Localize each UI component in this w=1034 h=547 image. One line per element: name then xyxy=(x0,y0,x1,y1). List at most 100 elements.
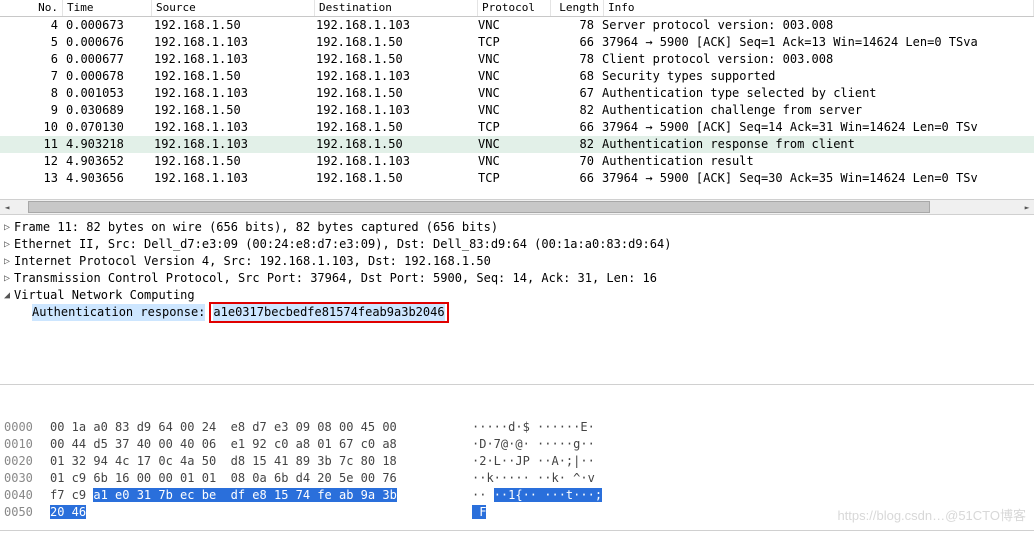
hex-bytes: 01 32 94 4c 17 0c 4a 50 d8 15 41 89 3b 7… xyxy=(50,453,458,470)
cell-no: 12 xyxy=(0,153,62,170)
cell-len: 78 xyxy=(546,51,598,68)
cell-len: 82 xyxy=(546,136,598,153)
cell-time: 0.070130 xyxy=(62,119,150,136)
cell-info: Authentication response from client xyxy=(598,136,1034,153)
hex-ascii: F xyxy=(458,504,486,521)
cell-info: Security types supported xyxy=(598,68,1034,85)
hex-row[interactable]: 002001 32 94 4c 17 0c 4a 50 d8 15 41 89 … xyxy=(0,453,1034,470)
packet-row[interactable]: 124.903652192.168.1.50192.168.1.103VNC70… xyxy=(0,153,1034,170)
packet-row[interactable]: 114.903218192.168.1.103192.168.1.50VNC82… xyxy=(0,136,1034,153)
cell-no: 6 xyxy=(0,51,62,68)
cell-time: 0.000676 xyxy=(62,34,150,51)
detail-ip-text: Internet Protocol Version 4, Src: 192.16… xyxy=(14,253,491,270)
cell-proto: VNC xyxy=(474,51,546,68)
cell-no: 13 xyxy=(0,170,62,187)
detail-frame-text: Frame 11: 82 bytes on wire (656 bits), 8… xyxy=(14,219,498,236)
cell-no: 10 xyxy=(0,119,62,136)
packet-row[interactable]: 50.000676192.168.1.103192.168.1.50TCP663… xyxy=(0,34,1034,51)
hex-offset: 0010 xyxy=(0,436,50,453)
expand-icon[interactable]: ▷ xyxy=(0,253,14,270)
cell-time: 0.000677 xyxy=(62,51,150,68)
hex-offset: 0000 xyxy=(0,419,50,436)
cell-info: Authentication type selected by client xyxy=(598,85,1034,102)
hex-row[interactable]: 003001 c9 6b 16 00 00 01 01 08 0a 6b d4 … xyxy=(0,470,1034,487)
cell-proto: VNC xyxy=(474,17,546,34)
hex-row[interactable]: 0040f7 c9 a1 e0 31 7b ec be df e8 15 74 … xyxy=(0,487,1034,504)
packet-row[interactable]: 134.903656192.168.1.103192.168.1.50TCP66… xyxy=(0,170,1034,187)
detail-ethernet[interactable]: ▷ Ethernet II, Src: Dell_d7:e3:09 (00:24… xyxy=(0,236,1034,253)
packet-row[interactable]: 70.000678192.168.1.50192.168.1.103VNC68S… xyxy=(0,68,1034,85)
packet-list-header: No. Time Source Destination Protocol Len… xyxy=(0,0,1034,17)
cell-source: 192.168.1.50 xyxy=(150,153,312,170)
col-header-info[interactable]: Info xyxy=(604,0,1034,16)
scroll-right-icon[interactable]: ► xyxy=(1020,200,1034,214)
watermark-text: https://blog.csdn…@51CTO博客 xyxy=(837,505,1026,524)
detail-frame[interactable]: ▷ Frame 11: 82 bytes on wire (656 bits),… xyxy=(0,219,1034,236)
hex-offset: 0050 xyxy=(0,504,50,521)
cell-info: Authentication result xyxy=(598,153,1034,170)
cell-len: 82 xyxy=(546,102,598,119)
cell-no: 11 xyxy=(0,136,62,153)
col-header-length[interactable]: Length xyxy=(551,0,604,16)
packet-list-pane: No. Time Source Destination Protocol Len… xyxy=(0,0,1034,215)
scrollbar-thumb[interactable] xyxy=(28,201,930,213)
hex-bytes: 20 46 xyxy=(50,504,458,521)
col-header-time[interactable]: Time xyxy=(63,0,152,16)
col-header-proto[interactable]: Protocol xyxy=(478,0,551,16)
cell-source: 192.168.1.50 xyxy=(150,68,312,85)
cell-time: 0.030689 xyxy=(62,102,150,119)
hex-ascii: ·····d·$ ······E· xyxy=(458,419,595,436)
cell-dest: 192.168.1.50 xyxy=(312,119,474,136)
cell-info: 37964 → 5900 [ACK] Seq=14 Ack=31 Win=146… xyxy=(598,119,1034,136)
cell-time: 4.903652 xyxy=(62,153,150,170)
detail-ip[interactable]: ▷ Internet Protocol Version 4, Src: 192.… xyxy=(0,253,1034,270)
detail-vnc-text: Virtual Network Computing xyxy=(14,287,195,304)
cell-dest: 192.168.1.50 xyxy=(312,170,474,187)
packet-row[interactable]: 80.001053192.168.1.103192.168.1.50VNC67A… xyxy=(0,85,1034,102)
packet-row[interactable]: 100.070130192.168.1.103192.168.1.50TCP66… xyxy=(0,119,1034,136)
hex-offset: 0030 xyxy=(0,470,50,487)
col-header-source[interactable]: Source xyxy=(152,0,315,16)
col-header-no[interactable]: No. xyxy=(0,0,63,16)
cell-time: 0.000678 xyxy=(62,68,150,85)
hex-bytes: 00 44 d5 37 40 00 40 06 e1 92 c0 a8 01 6… xyxy=(50,436,458,453)
cell-no: 5 xyxy=(0,34,62,51)
cell-time: 4.903656 xyxy=(62,170,150,187)
hex-offset: 0020 xyxy=(0,453,50,470)
detail-auth-response[interactable]: Authentication response: a1e0317becbedfe… xyxy=(0,304,1034,321)
cell-time: 0.000673 xyxy=(62,17,150,34)
hex-row[interactable]: 001000 44 d5 37 40 00 40 06 e1 92 c0 a8 … xyxy=(0,436,1034,453)
cell-len: 70 xyxy=(546,153,598,170)
hex-bytes: 00 1a a0 83 d9 64 00 24 e8 d7 e3 09 08 0… xyxy=(50,419,458,436)
packet-row[interactable]: 90.030689192.168.1.50192.168.1.103VNC82A… xyxy=(0,102,1034,119)
packet-row[interactable]: 60.000677192.168.1.103192.168.1.50VNC78C… xyxy=(0,51,1034,68)
cell-source: 192.168.1.103 xyxy=(150,51,312,68)
cell-dest: 192.168.1.103 xyxy=(312,68,474,85)
expand-icon[interactable]: ▷ xyxy=(0,270,14,287)
cell-proto: VNC xyxy=(474,68,546,85)
cell-dest: 192.168.1.50 xyxy=(312,51,474,68)
cell-source: 192.168.1.103 xyxy=(150,119,312,136)
hex-bytes: 01 c9 6b 16 00 00 01 01 08 0a 6b d4 20 5… xyxy=(50,470,458,487)
cell-len: 66 xyxy=(546,119,598,136)
detail-tcp[interactable]: ▷ Transmission Control Protocol, Src Por… xyxy=(0,270,1034,287)
packet-rows: 40.000673192.168.1.50192.168.1.103VNC78S… xyxy=(0,17,1034,187)
cell-proto: VNC xyxy=(474,136,546,153)
collapse-icon[interactable]: ◢ xyxy=(0,287,14,304)
cell-info: 37964 → 5900 [ACK] Seq=30 Ack=35 Win=146… xyxy=(598,170,1034,187)
horizontal-scrollbar[interactable]: ◄ ► xyxy=(0,199,1034,214)
cell-no: 7 xyxy=(0,68,62,85)
cell-source: 192.168.1.50 xyxy=(150,17,312,34)
auth-response-label: Authentication response: xyxy=(32,304,205,321)
hex-ascii: ·2·L··JP ··A·;|·· xyxy=(458,453,595,470)
packet-row[interactable]: 40.000673192.168.1.50192.168.1.103VNC78S… xyxy=(0,17,1034,34)
cell-info: Authentication challenge from server xyxy=(598,102,1034,119)
hex-row[interactable]: 000000 1a a0 83 d9 64 00 24 e8 d7 e3 09 … xyxy=(0,419,1034,436)
col-header-dest[interactable]: Destination xyxy=(315,0,478,16)
detail-vnc[interactable]: ◢ Virtual Network Computing xyxy=(0,287,1034,304)
cell-no: 9 xyxy=(0,102,62,119)
scroll-left-icon[interactable]: ◄ xyxy=(0,200,14,214)
expand-icon[interactable]: ▷ xyxy=(0,219,14,236)
cell-source: 192.168.1.103 xyxy=(150,136,312,153)
expand-icon[interactable]: ▷ xyxy=(0,236,14,253)
